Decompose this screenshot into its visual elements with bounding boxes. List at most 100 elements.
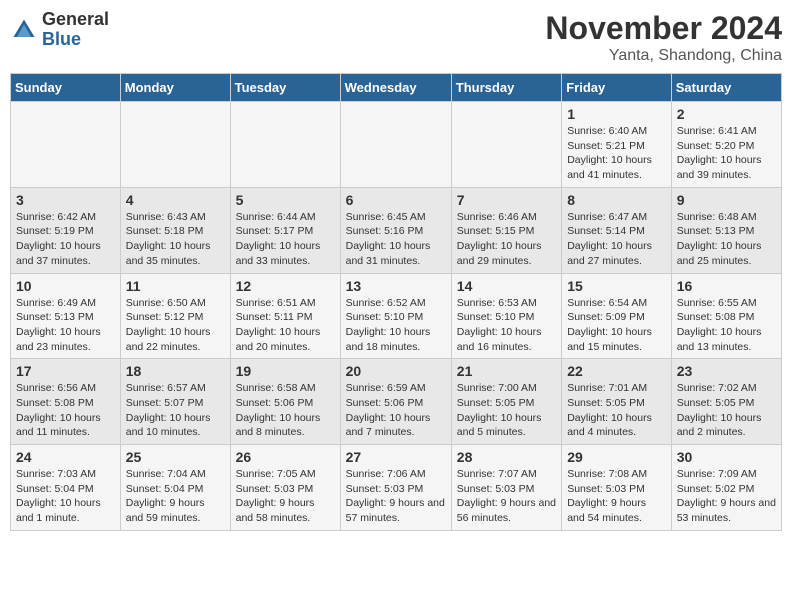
day-number: 10: [16, 278, 115, 294]
day-number: 7: [457, 192, 556, 208]
day-info: Sunrise: 6:43 AM Sunset: 5:18 PM Dayligh…: [126, 210, 225, 269]
calendar-cell: 3 Sunrise: 6:42 AM Sunset: 5:19 PM Daylig…: [11, 187, 121, 273]
calendar-cell: 21 Sunrise: 7:00 AM Sunset: 5:05 PM Dayli…: [451, 359, 561, 445]
title-area: November 2024 Yanta, Shandong, China: [545, 10, 782, 65]
day-info: Sunrise: 6:58 AM Sunset: 5:06 PM Dayligh…: [236, 381, 335, 440]
calendar-week-row: 24 Sunrise: 7:03 AM Sunset: 5:04 PM Dayli…: [11, 445, 782, 531]
calendar-week-row: 3 Sunrise: 6:42 AM Sunset: 5:19 PM Daylig…: [11, 187, 782, 273]
day-info: Sunrise: 7:05 AM Sunset: 5:03 PM Dayligh…: [236, 467, 335, 526]
day-number: 12: [236, 278, 335, 294]
day-number: 2: [677, 106, 776, 122]
day-info: Sunrise: 6:45 AM Sunset: 5:16 PM Dayligh…: [346, 210, 446, 269]
day-number: 14: [457, 278, 556, 294]
day-info: Sunrise: 6:54 AM Sunset: 5:09 PM Dayligh…: [567, 296, 666, 355]
calendar-cell: [230, 102, 340, 188]
day-number: 27: [346, 449, 446, 465]
day-number: 23: [677, 363, 776, 379]
calendar-cell: 26 Sunrise: 7:05 AM Sunset: 5:03 PM Dayli…: [230, 445, 340, 531]
logo-text: General Blue: [42, 10, 109, 50]
day-number: 16: [677, 278, 776, 294]
day-number: 28: [457, 449, 556, 465]
day-number: 8: [567, 192, 666, 208]
day-info: Sunrise: 6:44 AM Sunset: 5:17 PM Dayligh…: [236, 210, 335, 269]
calendar-cell: [120, 102, 230, 188]
calendar-cell: 23 Sunrise: 7:02 AM Sunset: 5:05 PM Dayli…: [671, 359, 781, 445]
day-number: 15: [567, 278, 666, 294]
day-number: 17: [16, 363, 115, 379]
calendar-cell: 17 Sunrise: 6:56 AM Sunset: 5:08 PM Dayli…: [11, 359, 121, 445]
calendar-cell: 7 Sunrise: 6:46 AM Sunset: 5:15 PM Daylig…: [451, 187, 561, 273]
logo-icon: [10, 16, 38, 44]
calendar-cell: 29 Sunrise: 7:08 AM Sunset: 5:03 PM Dayli…: [562, 445, 672, 531]
day-header-friday: Friday: [562, 74, 672, 102]
day-number: 25: [126, 449, 225, 465]
day-number: 22: [567, 363, 666, 379]
calendar-cell: 5Sunrise: 6:44 AM Sunset: 5:17 PM Daylig…: [230, 187, 340, 273]
calendar-table: SundayMondayTuesdayWednesdayThursdayFrid…: [10, 73, 782, 531]
calendar-cell: 25Sunrise: 7:04 AM Sunset: 5:04 PM Dayli…: [120, 445, 230, 531]
day-info: Sunrise: 6:42 AM Sunset: 5:19 PM Dayligh…: [16, 210, 115, 269]
day-number: 24: [16, 449, 115, 465]
calendar-cell: 20 Sunrise: 6:59 AM Sunset: 5:06 PM Dayli…: [340, 359, 451, 445]
day-header-monday: Monday: [120, 74, 230, 102]
calendar-cell: 8 Sunrise: 6:47 AM Sunset: 5:14 PM Daylig…: [562, 187, 672, 273]
day-info: Sunrise: 7:02 AM Sunset: 5:05 PM Dayligh…: [677, 381, 776, 440]
day-header-thursday: Thursday: [451, 74, 561, 102]
location-subtitle: Yanta, Shandong, China: [545, 47, 782, 65]
day-number: 26: [236, 449, 335, 465]
day-number: 21: [457, 363, 556, 379]
calendar-cell: 15 Sunrise: 6:54 AM Sunset: 5:09 PM Dayli…: [562, 273, 672, 359]
day-info: Sunrise: 6:53 AM Sunset: 5:10 PM Dayligh…: [457, 296, 556, 355]
day-info: Sunrise: 6:56 AM Sunset: 5:08 PM Dayligh…: [16, 381, 115, 440]
day-header-sunday: Sunday: [11, 74, 121, 102]
calendar-week-row: 1Sunrise: 6:40 AM Sunset: 5:21 PM Daylig…: [11, 102, 782, 188]
calendar-cell: [340, 102, 451, 188]
day-number: 29: [567, 449, 666, 465]
calendar-cell: [451, 102, 561, 188]
day-info: Sunrise: 7:00 AM Sunset: 5:05 PM Dayligh…: [457, 381, 556, 440]
day-info: Sunrise: 7:01 AM Sunset: 5:05 PM Dayligh…: [567, 381, 666, 440]
calendar-cell: 30Sunrise: 7:09 AM Sunset: 5:02 PM Dayli…: [671, 445, 781, 531]
calendar-week-row: 10 Sunrise: 6:49 AM Sunset: 5:13 PM Dayli…: [11, 273, 782, 359]
calendar-cell: 16 Sunrise: 6:55 AM Sunset: 5:08 PM Dayli…: [671, 273, 781, 359]
logo: General Blue: [10, 10, 109, 50]
day-number: 4: [126, 192, 225, 208]
day-number: 18: [126, 363, 225, 379]
day-info: Sunrise: 6:40 AM Sunset: 5:21 PM Dayligh…: [567, 124, 666, 183]
day-info: Sunrise: 6:47 AM Sunset: 5:14 PM Dayligh…: [567, 210, 666, 269]
day-info: Sunrise: 7:07 AM Sunset: 5:03 PM Dayligh…: [457, 467, 556, 526]
calendar-header-row: SundayMondayTuesdayWednesdayThursdayFrid…: [11, 74, 782, 102]
day-number: 3: [16, 192, 115, 208]
day-number: 20: [346, 363, 446, 379]
day-number: 6: [346, 192, 446, 208]
page-header: General Blue November 2024 Yanta, Shando…: [10, 10, 782, 65]
calendar-cell: 28 Sunrise: 7:07 AM Sunset: 5:03 PM Dayli…: [451, 445, 561, 531]
day-info: Sunrise: 6:50 AM Sunset: 5:12 PM Dayligh…: [126, 296, 225, 355]
day-info: Sunrise: 7:03 AM Sunset: 5:04 PM Dayligh…: [16, 467, 115, 526]
calendar-cell: 19Sunrise: 6:58 AM Sunset: 5:06 PM Dayli…: [230, 359, 340, 445]
calendar-cell: 22 Sunrise: 7:01 AM Sunset: 5:05 PM Dayli…: [562, 359, 672, 445]
calendar-cell: 12 Sunrise: 6:51 AM Sunset: 5:11 PM Dayli…: [230, 273, 340, 359]
calendar-cell: 11Sunrise: 6:50 AM Sunset: 5:12 PM Dayli…: [120, 273, 230, 359]
day-info: Sunrise: 7:09 AM Sunset: 5:02 PM Dayligh…: [677, 467, 776, 526]
calendar-cell: 10 Sunrise: 6:49 AM Sunset: 5:13 PM Dayli…: [11, 273, 121, 359]
day-info: Sunrise: 6:55 AM Sunset: 5:08 PM Dayligh…: [677, 296, 776, 355]
day-header-tuesday: Tuesday: [230, 74, 340, 102]
calendar-cell: 4 Sunrise: 6:43 AM Sunset: 5:18 PM Daylig…: [120, 187, 230, 273]
day-info: Sunrise: 6:46 AM Sunset: 5:15 PM Dayligh…: [457, 210, 556, 269]
day-info: Sunrise: 7:08 AM Sunset: 5:03 PM Dayligh…: [567, 467, 666, 526]
calendar-cell: 13Sunrise: 6:52 AM Sunset: 5:10 PM Dayli…: [340, 273, 451, 359]
day-info: Sunrise: 6:51 AM Sunset: 5:11 PM Dayligh…: [236, 296, 335, 355]
calendar-cell: 24 Sunrise: 7:03 AM Sunset: 5:04 PM Dayli…: [11, 445, 121, 531]
calendar-week-row: 17 Sunrise: 6:56 AM Sunset: 5:08 PM Dayli…: [11, 359, 782, 445]
day-info: Sunrise: 6:52 AM Sunset: 5:10 PM Dayligh…: [346, 296, 446, 355]
day-info: Sunrise: 6:59 AM Sunset: 5:06 PM Dayligh…: [346, 381, 446, 440]
day-info: Sunrise: 6:48 AM Sunset: 5:13 PM Dayligh…: [677, 210, 776, 269]
day-info: Sunrise: 6:49 AM Sunset: 5:13 PM Dayligh…: [16, 296, 115, 355]
calendar-cell: 18Sunrise: 6:57 AM Sunset: 5:07 PM Dayli…: [120, 359, 230, 445]
month-title: November 2024: [545, 10, 782, 47]
day-number: 9: [677, 192, 776, 208]
calendar-cell: 14 Sunrise: 6:53 AM Sunset: 5:10 PM Dayli…: [451, 273, 561, 359]
calendar-cell: 1Sunrise: 6:40 AM Sunset: 5:21 PM Daylig…: [562, 102, 672, 188]
day-info: Sunrise: 7:06 AM Sunset: 5:03 PM Dayligh…: [346, 467, 446, 526]
